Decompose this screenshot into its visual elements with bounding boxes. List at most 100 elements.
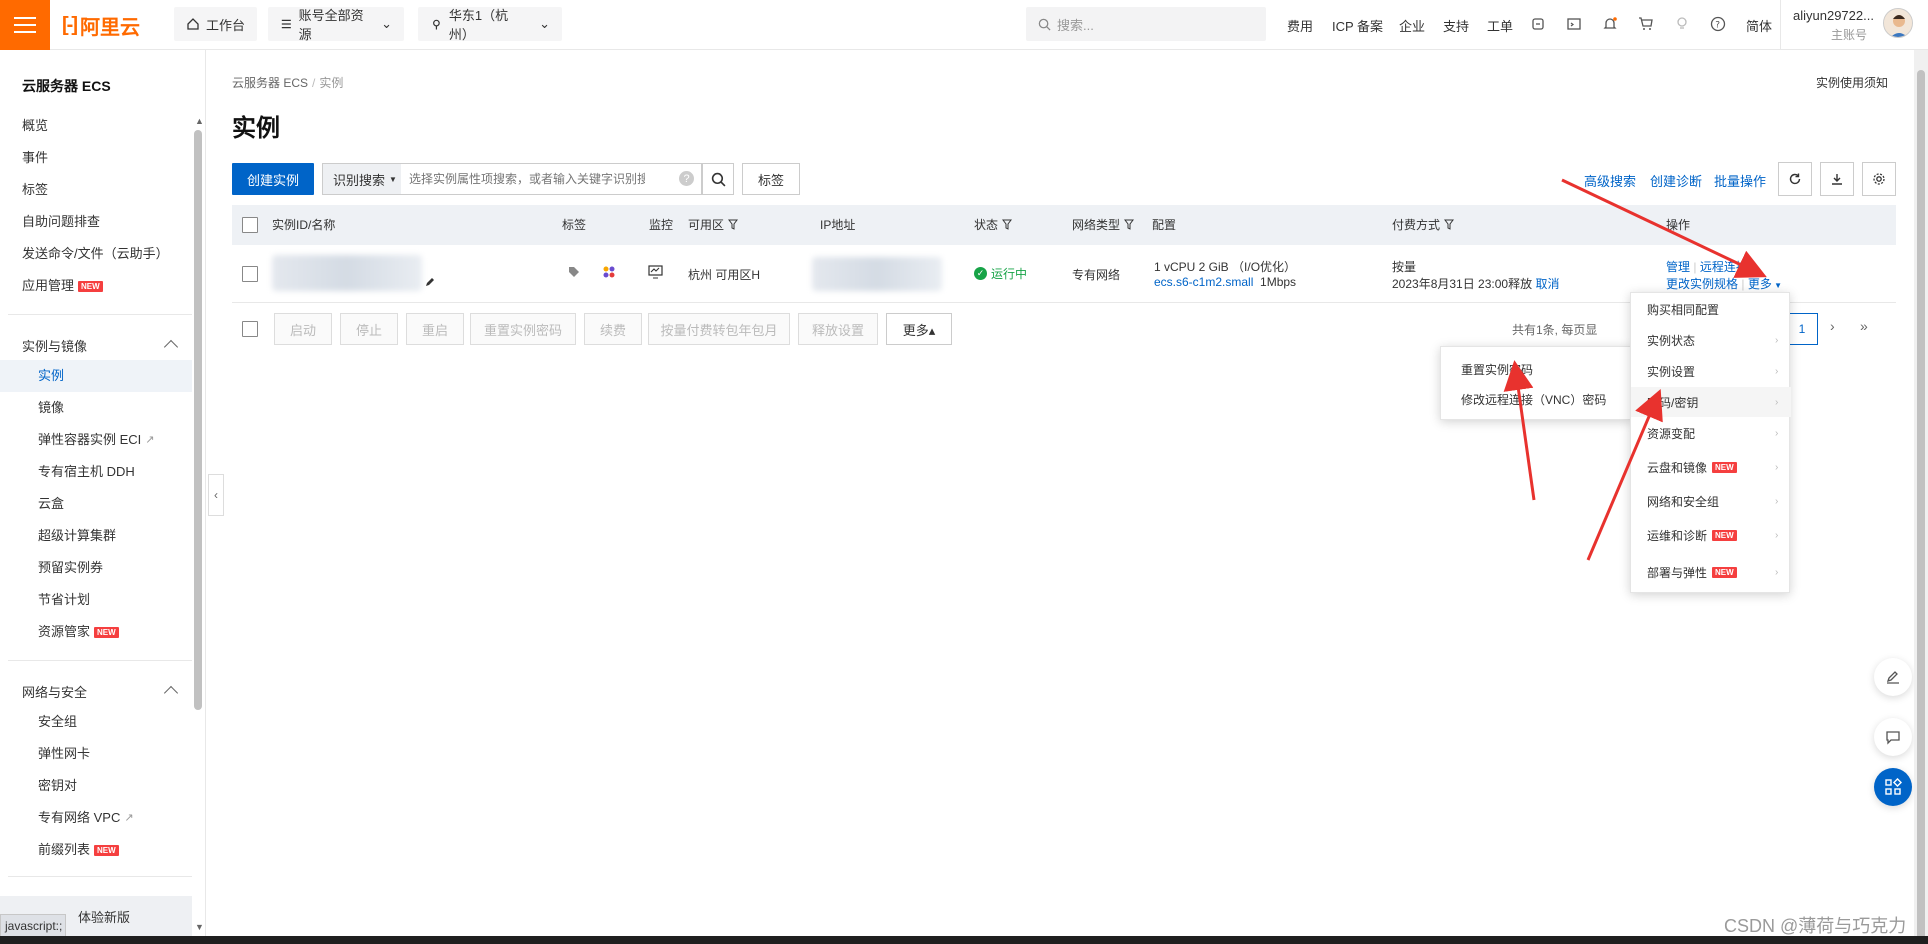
select-all-checkbox[interactable] xyxy=(242,217,258,233)
workbench-button[interactable]: 工作台 xyxy=(174,7,258,41)
collapse-sidebar-button[interactable]: ‹ xyxy=(208,474,224,516)
lightbulb-icon[interactable] xyxy=(1672,14,1692,34)
nav-link-fees[interactable]: 费用 xyxy=(1287,16,1313,35)
app-grid-button[interactable] xyxy=(1874,768,1912,806)
menu-icon[interactable] xyxy=(0,0,50,50)
column-header-zone[interactable]: 可用区 xyxy=(688,216,739,233)
column-header-network[interactable]: 网络类型 xyxy=(1072,216,1135,233)
tag-filter-button[interactable]: 标签 xyxy=(742,163,800,195)
sidebar-item-vpc[interactable]: 专有网络 VPC ↗ xyxy=(38,808,134,828)
instance-usage-notice-link[interactable]: 实例使用须知 xyxy=(1816,74,1888,91)
nav-link-support[interactable]: 支持 xyxy=(1443,16,1469,35)
next-page-icon[interactable]: › xyxy=(1830,318,1835,334)
sidebar-item-resource-manager[interactable]: 资源管家 NEW xyxy=(38,622,119,642)
sidebar-item-overview[interactable]: 概览 xyxy=(22,116,48,136)
sidebar-item-troubleshoot[interactable]: 自助问题排查 xyxy=(22,212,100,232)
avatar[interactable] xyxy=(1883,8,1913,38)
menu-item-instance-status[interactable]: 实例状态 › xyxy=(1631,325,1791,355)
chevron-up-icon[interactable] xyxy=(163,685,179,701)
filter-icon[interactable] xyxy=(1124,219,1135,230)
sidebar-item-eci[interactable]: 弹性容器实例 ECI ↗ xyxy=(38,430,155,450)
filter-icon[interactable] xyxy=(728,219,739,230)
row-checkbox[interactable] xyxy=(242,266,258,282)
sidebar-item-events[interactable]: 事件 xyxy=(22,148,48,168)
cloudshell-icon[interactable] xyxy=(1528,14,1548,34)
global-search-input[interactable]: 搜索... xyxy=(1026,7,1266,41)
batch-operations-link[interactable]: 批量操作 xyxy=(1714,171,1766,190)
sidebar-item-ddh[interactable]: 专有宿主机 DDH xyxy=(38,462,135,482)
monitor-icon[interactable] xyxy=(648,265,663,283)
feedback-edit-button[interactable] xyxy=(1874,658,1912,696)
search-button[interactable] xyxy=(702,163,734,195)
sidebar-group-instances[interactable]: 实例与镜像 xyxy=(22,336,87,355)
menu-item-buy-same[interactable]: 购买相同配置 xyxy=(1631,294,1791,324)
language-switch[interactable]: 简体 xyxy=(1746,16,1772,35)
menu-item-resource-change[interactable]: 资源变配 › xyxy=(1631,418,1791,448)
nav-link-icp[interactable]: ICP 备案 xyxy=(1332,16,1383,35)
renew-button[interactable]: 续费 xyxy=(584,313,642,345)
modify-vnc-password-item[interactable]: 修改远程连接（VNC）密码 xyxy=(1461,391,1606,408)
user-menu[interactable]: aliyun29722... 主账号 xyxy=(1780,0,1928,50)
sidebar-item-keypair[interactable]: 密钥对 xyxy=(38,776,77,796)
resources-dropdown[interactable]: 账号全部资源 ⌄ xyxy=(268,7,404,42)
cancel-release-link[interactable]: 取消 xyxy=(1535,277,1559,291)
sidebar-item-cloud-assistant[interactable]: 发送命令/文件（云助手） xyxy=(22,244,169,264)
sidebar-item-eni[interactable]: 弹性网卡 xyxy=(38,744,90,764)
terminal-icon[interactable] xyxy=(1564,14,1584,34)
refresh-button[interactable] xyxy=(1778,162,1812,196)
filter-icon[interactable] xyxy=(1002,219,1013,230)
reset-password-button[interactable]: 重置实例密码 xyxy=(470,313,576,345)
menu-item-instance-settings[interactable]: 实例设置 › xyxy=(1631,356,1791,386)
edit-icon[interactable] xyxy=(424,275,436,287)
column-header-status[interactable]: 状态 xyxy=(974,216,1013,233)
menu-item-ops-diagnosis[interactable]: 运维和诊断 NEW › xyxy=(1631,520,1791,550)
sidebar-item-tags[interactable]: 标签 xyxy=(22,180,48,200)
restart-button[interactable]: 重启 xyxy=(406,313,464,345)
sidebar-item-instances[interactable]: 实例 xyxy=(38,366,64,386)
chat-button[interactable] xyxy=(1874,718,1912,756)
sidebar-item-images[interactable]: 镜像 xyxy=(38,398,64,418)
more-button[interactable]: 更多▴ xyxy=(886,313,952,345)
column-header-billing[interactable]: 付费方式 xyxy=(1392,216,1455,233)
manage-link[interactable]: 管理 xyxy=(1666,260,1690,274)
sidebar-item-cloudbox[interactable]: 云盒 xyxy=(38,494,64,514)
menu-item-disk-image[interactable]: 云盘和镜像 NEW › xyxy=(1631,452,1791,482)
app-icon[interactable] xyxy=(602,265,616,283)
more-actions-link[interactable]: 更多 xyxy=(1748,277,1772,291)
sidebar-item-security-group[interactable]: 安全组 xyxy=(38,712,77,732)
region-dropdown[interactable]: 华东1（杭州） ⌄ xyxy=(418,7,562,42)
instance-type-link[interactable]: ecs.s6-c1m2.small xyxy=(1154,275,1253,289)
convert-billing-button[interactable]: 按量付费转包年包月 xyxy=(648,313,790,345)
stop-button[interactable]: 停止 xyxy=(340,313,398,345)
menu-item-network-security[interactable]: 网络和安全组 › xyxy=(1631,486,1791,516)
cart-icon[interactable] xyxy=(1636,14,1656,34)
menu-item-password-key[interactable]: 密码/密钥 › xyxy=(1631,387,1791,417)
help-icon[interactable]: ? xyxy=(679,171,694,186)
scroll-thumb[interactable] xyxy=(1917,70,1925,940)
sidebar-item-app-management[interactable]: 应用管理 NEW xyxy=(22,276,103,296)
scroll-down-icon[interactable]: ▼ xyxy=(195,922,204,932)
nav-link-enterprise[interactable]: 企业 xyxy=(1399,16,1425,35)
change-spec-link[interactable]: 更改实例规格 xyxy=(1666,277,1738,291)
help-icon[interactable]: ? xyxy=(1708,14,1728,34)
start-button[interactable]: 启动 xyxy=(274,313,332,345)
bell-icon[interactable] xyxy=(1600,14,1620,34)
sidebar-item-prefix-list[interactable]: 前缀列表 NEW xyxy=(38,840,119,860)
export-button[interactable] xyxy=(1820,162,1854,196)
chevron-up-icon[interactable] xyxy=(163,339,179,355)
instance-search-input[interactable] xyxy=(405,164,645,194)
sidebar-item-reserved[interactable]: 预留实例券 xyxy=(38,558,103,578)
footer-select-all-checkbox[interactable] xyxy=(242,321,258,337)
page-scrollbar[interactable] xyxy=(1914,50,1928,944)
release-settings-button[interactable]: 释放设置 xyxy=(798,313,878,345)
aliyun-logo[interactable]: [-] 阿里云 xyxy=(62,12,140,39)
breadcrumb-root[interactable]: 云服务器 ECS xyxy=(232,76,308,90)
remote-connect-link[interactable]: 远程连接 xyxy=(1700,260,1748,274)
instance-id-redacted[interactable] xyxy=(272,255,422,291)
last-page-icon[interactable]: » xyxy=(1860,318,1868,334)
menu-item-deploy-elastic[interactable]: 部署与弹性 NEW › xyxy=(1631,557,1791,587)
nav-link-ticket[interactable]: 工单 xyxy=(1487,16,1513,35)
tag-icon[interactable] xyxy=(568,265,580,282)
sidebar-group-network[interactable]: 网络与安全 xyxy=(22,682,87,701)
create-instance-button[interactable]: 创建实例 xyxy=(232,163,314,195)
